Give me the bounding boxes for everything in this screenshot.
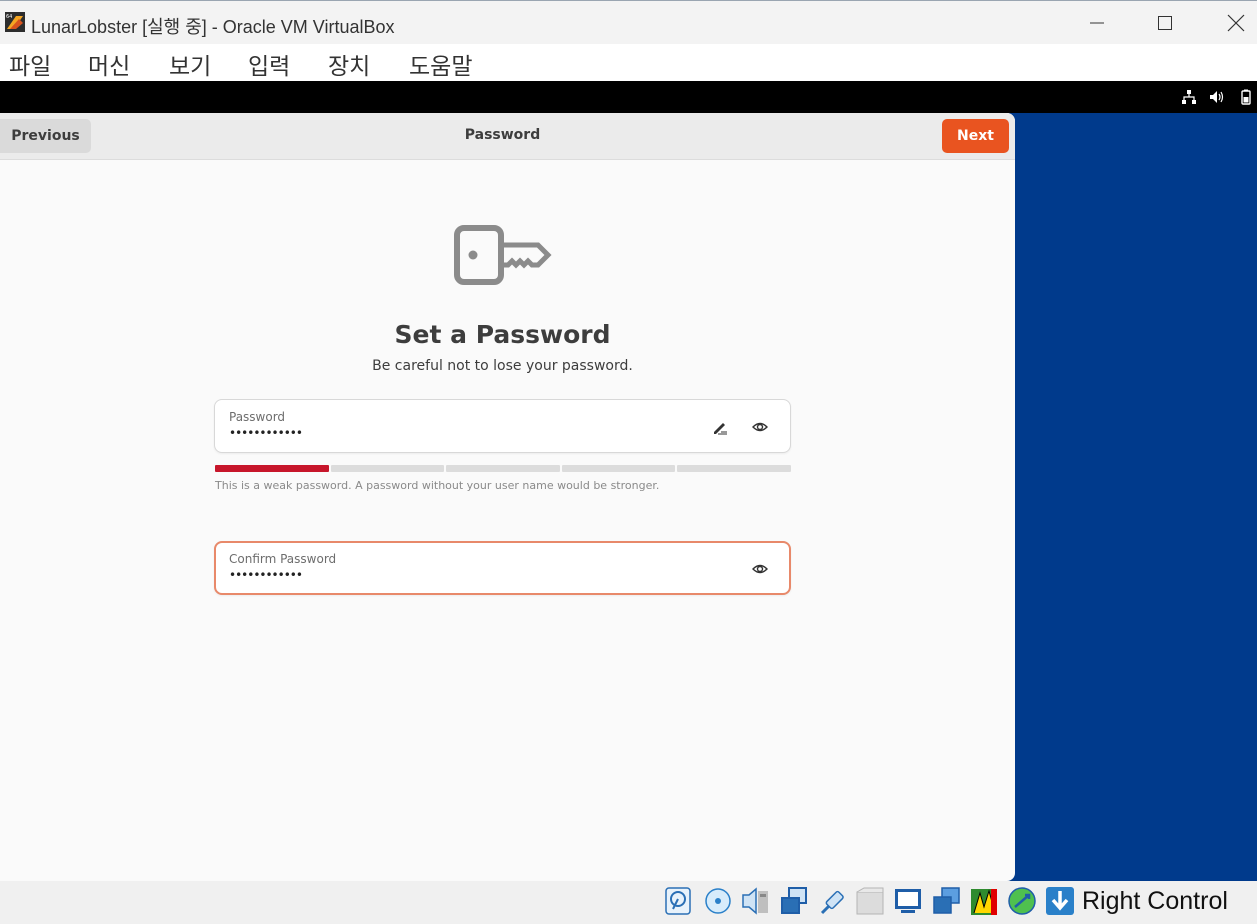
cpu-activity-icon[interactable] (969, 885, 999, 917)
password-strength-bar (215, 465, 791, 473)
audio-icon[interactable] (741, 885, 771, 917)
page-title: Password (464, 127, 541, 143)
host-key-label: Right Control (1082, 887, 1228, 915)
usb-icon[interactable] (817, 885, 847, 917)
window-title: LunarLobster [실행 중] - Oracle VM VirtualB… (31, 17, 395, 37)
maximize-icon (1158, 16, 1172, 30)
virtualbox-icon: 64 (5, 12, 25, 32)
maximize-button[interactable] (1145, 5, 1185, 41)
network-icon[interactable] (1181, 89, 1197, 105)
edit-icon[interactable] (711, 418, 729, 436)
strength-segment (561, 465, 676, 472)
menu-devices[interactable]: 장치 (328, 47, 370, 81)
mouse-integration-icon[interactable] (1007, 885, 1037, 917)
close-icon (1227, 14, 1245, 32)
password-strength-hint: This is a weak password. A password with… (215, 479, 660, 492)
menu-input[interactable]: 입력 (248, 47, 290, 81)
subtitle: Be careful not to lose your password. (372, 358, 633, 374)
vm-status-bar: Right Control (0, 881, 1257, 924)
strength-segment (215, 465, 329, 472)
password-label: Password (229, 410, 286, 424)
menu-help[interactable]: 도움말 (409, 47, 472, 81)
header-bar: Previous Password Next (0, 113, 1015, 160)
menu-file[interactable]: 파일 (9, 47, 51, 81)
strength-segment (446, 465, 560, 472)
password-field[interactable]: Password •••••••••••• (214, 399, 791, 453)
minimize-button[interactable] (1077, 5, 1117, 41)
guest-top-panel (0, 81, 1257, 113)
video-capture-icon[interactable] (931, 885, 961, 917)
next-button[interactable]: Next (942, 119, 1009, 153)
password-value[interactable]: •••••••••••• (229, 426, 303, 440)
close-button[interactable] (1216, 5, 1256, 41)
window-title-bar: 64 LunarLobster [실행 중] - Oracle VM Virtu… (0, 0, 1257, 44)
show-password-icon[interactable] (751, 418, 769, 436)
strength-segment (330, 465, 445, 472)
svg-text:64: 64 (6, 14, 12, 20)
confirm-password-value[interactable]: •••••••••••• (229, 568, 303, 582)
confirm-password-label: Confirm Password (229, 552, 337, 566)
menu-bar: 파일 머신 보기 입력 장치 도움말 (0, 44, 1257, 81)
heading: Set a Password (394, 320, 611, 349)
display-icon[interactable] (893, 885, 923, 917)
optical-drive-icon[interactable] (703, 885, 733, 917)
network-adapter-icon[interactable] (779, 885, 809, 917)
shared-folders-icon[interactable] (855, 885, 885, 917)
volume-icon[interactable] (1209, 89, 1225, 105)
installer-window: Previous Password Next Set a Password Be… (0, 113, 1015, 881)
show-password-icon[interactable] (751, 560, 769, 578)
menu-view[interactable]: 보기 (169, 47, 211, 81)
keyboard-capture-icon[interactable] (1045, 885, 1075, 917)
key-icon (454, 225, 552, 285)
confirm-password-field[interactable]: Confirm Password •••••••••••• (214, 541, 791, 595)
strength-segment (677, 465, 791, 472)
minimize-icon (1090, 22, 1104, 24)
hard-disk-icon[interactable] (663, 885, 693, 917)
battery-icon[interactable] (1238, 89, 1254, 105)
menu-machine[interactable]: 머신 (88, 47, 130, 81)
